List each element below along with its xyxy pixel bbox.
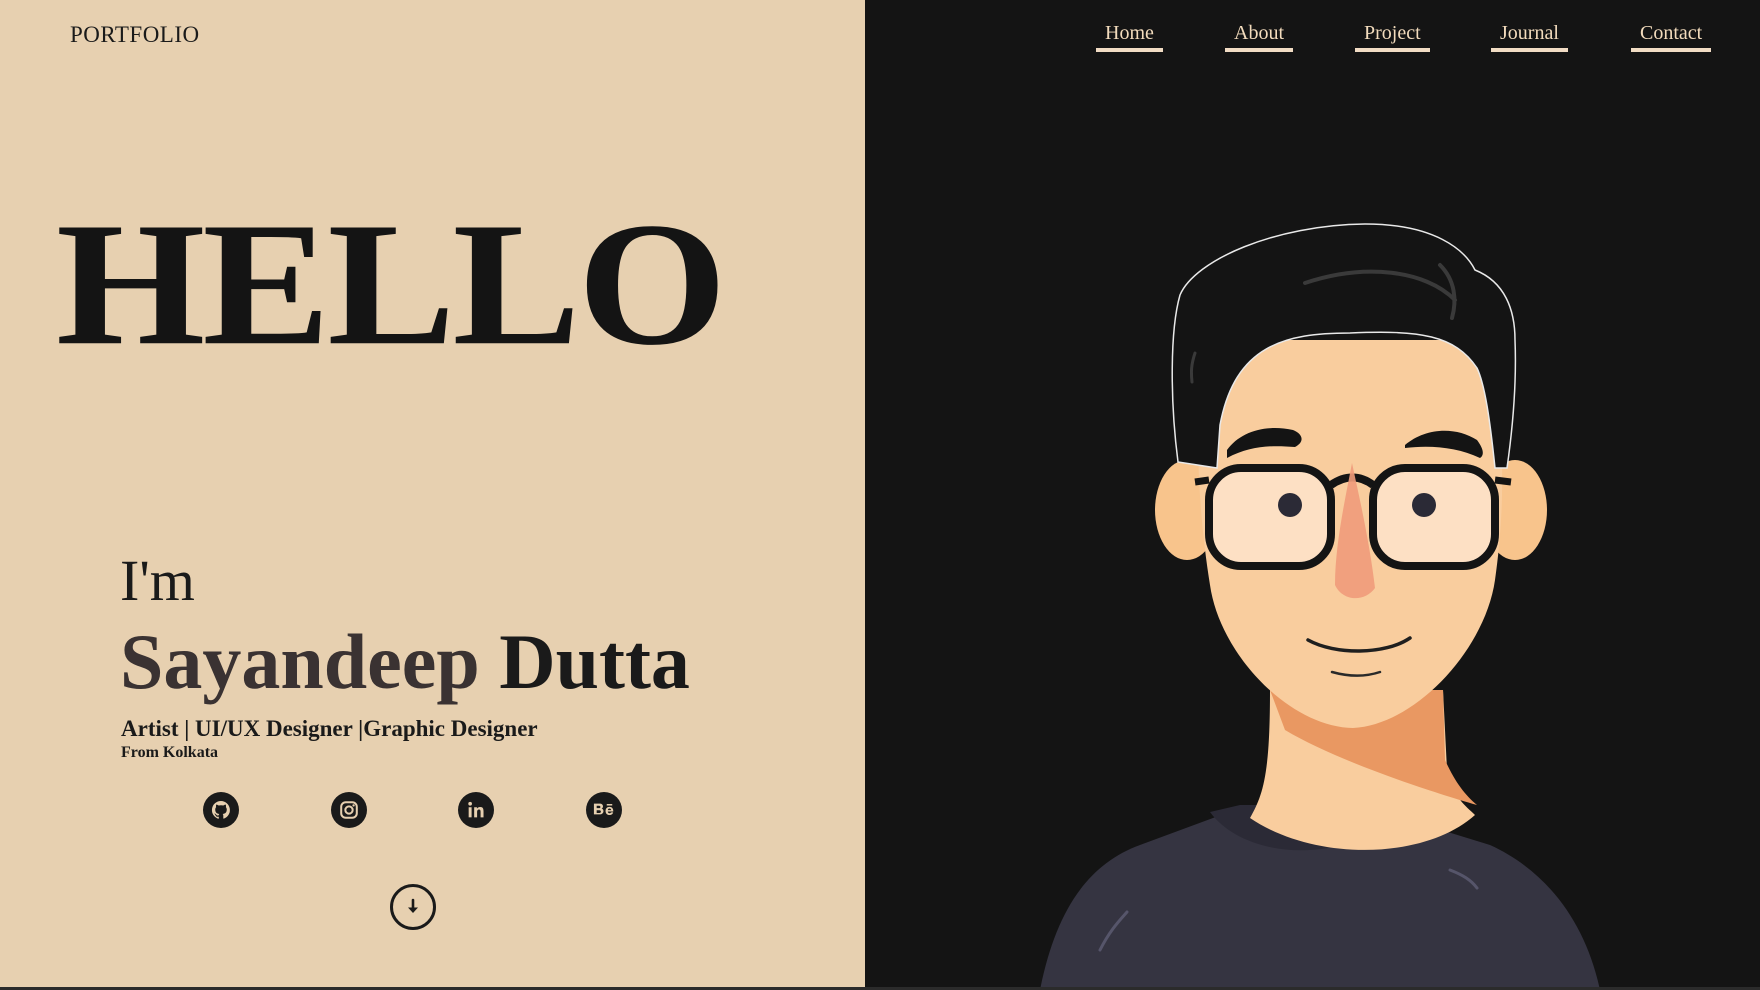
avatar-eye-right [1412,493,1436,517]
avatar-eye-left [1278,493,1302,517]
intro-text: I'm [120,548,195,613]
hero-left-panel: PORTFOLIO HELLO I'm Sayandeep Dutta Arti… [0,0,865,987]
person-name: Sayandeep Dutta [120,623,690,701]
scroll-down-button[interactable] [390,884,436,930]
linkedin-link[interactable] [458,792,494,828]
hero-right-panel: Home About Project Journal Contact [865,0,1760,987]
location-text: From Kolkata [121,744,219,761]
behance-icon [593,803,614,816]
roles-text: Artist | UI/UX Designer |Graphic Designe… [121,716,538,741]
github-icon [211,801,230,819]
last-name: Dutta [499,618,690,705]
instagram-icon [340,801,358,819]
avatar-illustration [1040,223,1600,987]
hero-greeting: HELLO [56,185,727,382]
brand-logo[interactable]: PORTFOLIO [70,22,200,48]
instagram-link[interactable] [331,792,367,828]
behance-link[interactable] [586,792,622,828]
first-name: Sayandeep [120,618,480,705]
portfolio-page: PORTFOLIO HELLO I'm Sayandeep Dutta Arti… [0,0,1760,987]
linkedin-icon [468,801,484,818]
arrow-down-icon [408,898,418,913]
github-link[interactable] [203,792,239,828]
